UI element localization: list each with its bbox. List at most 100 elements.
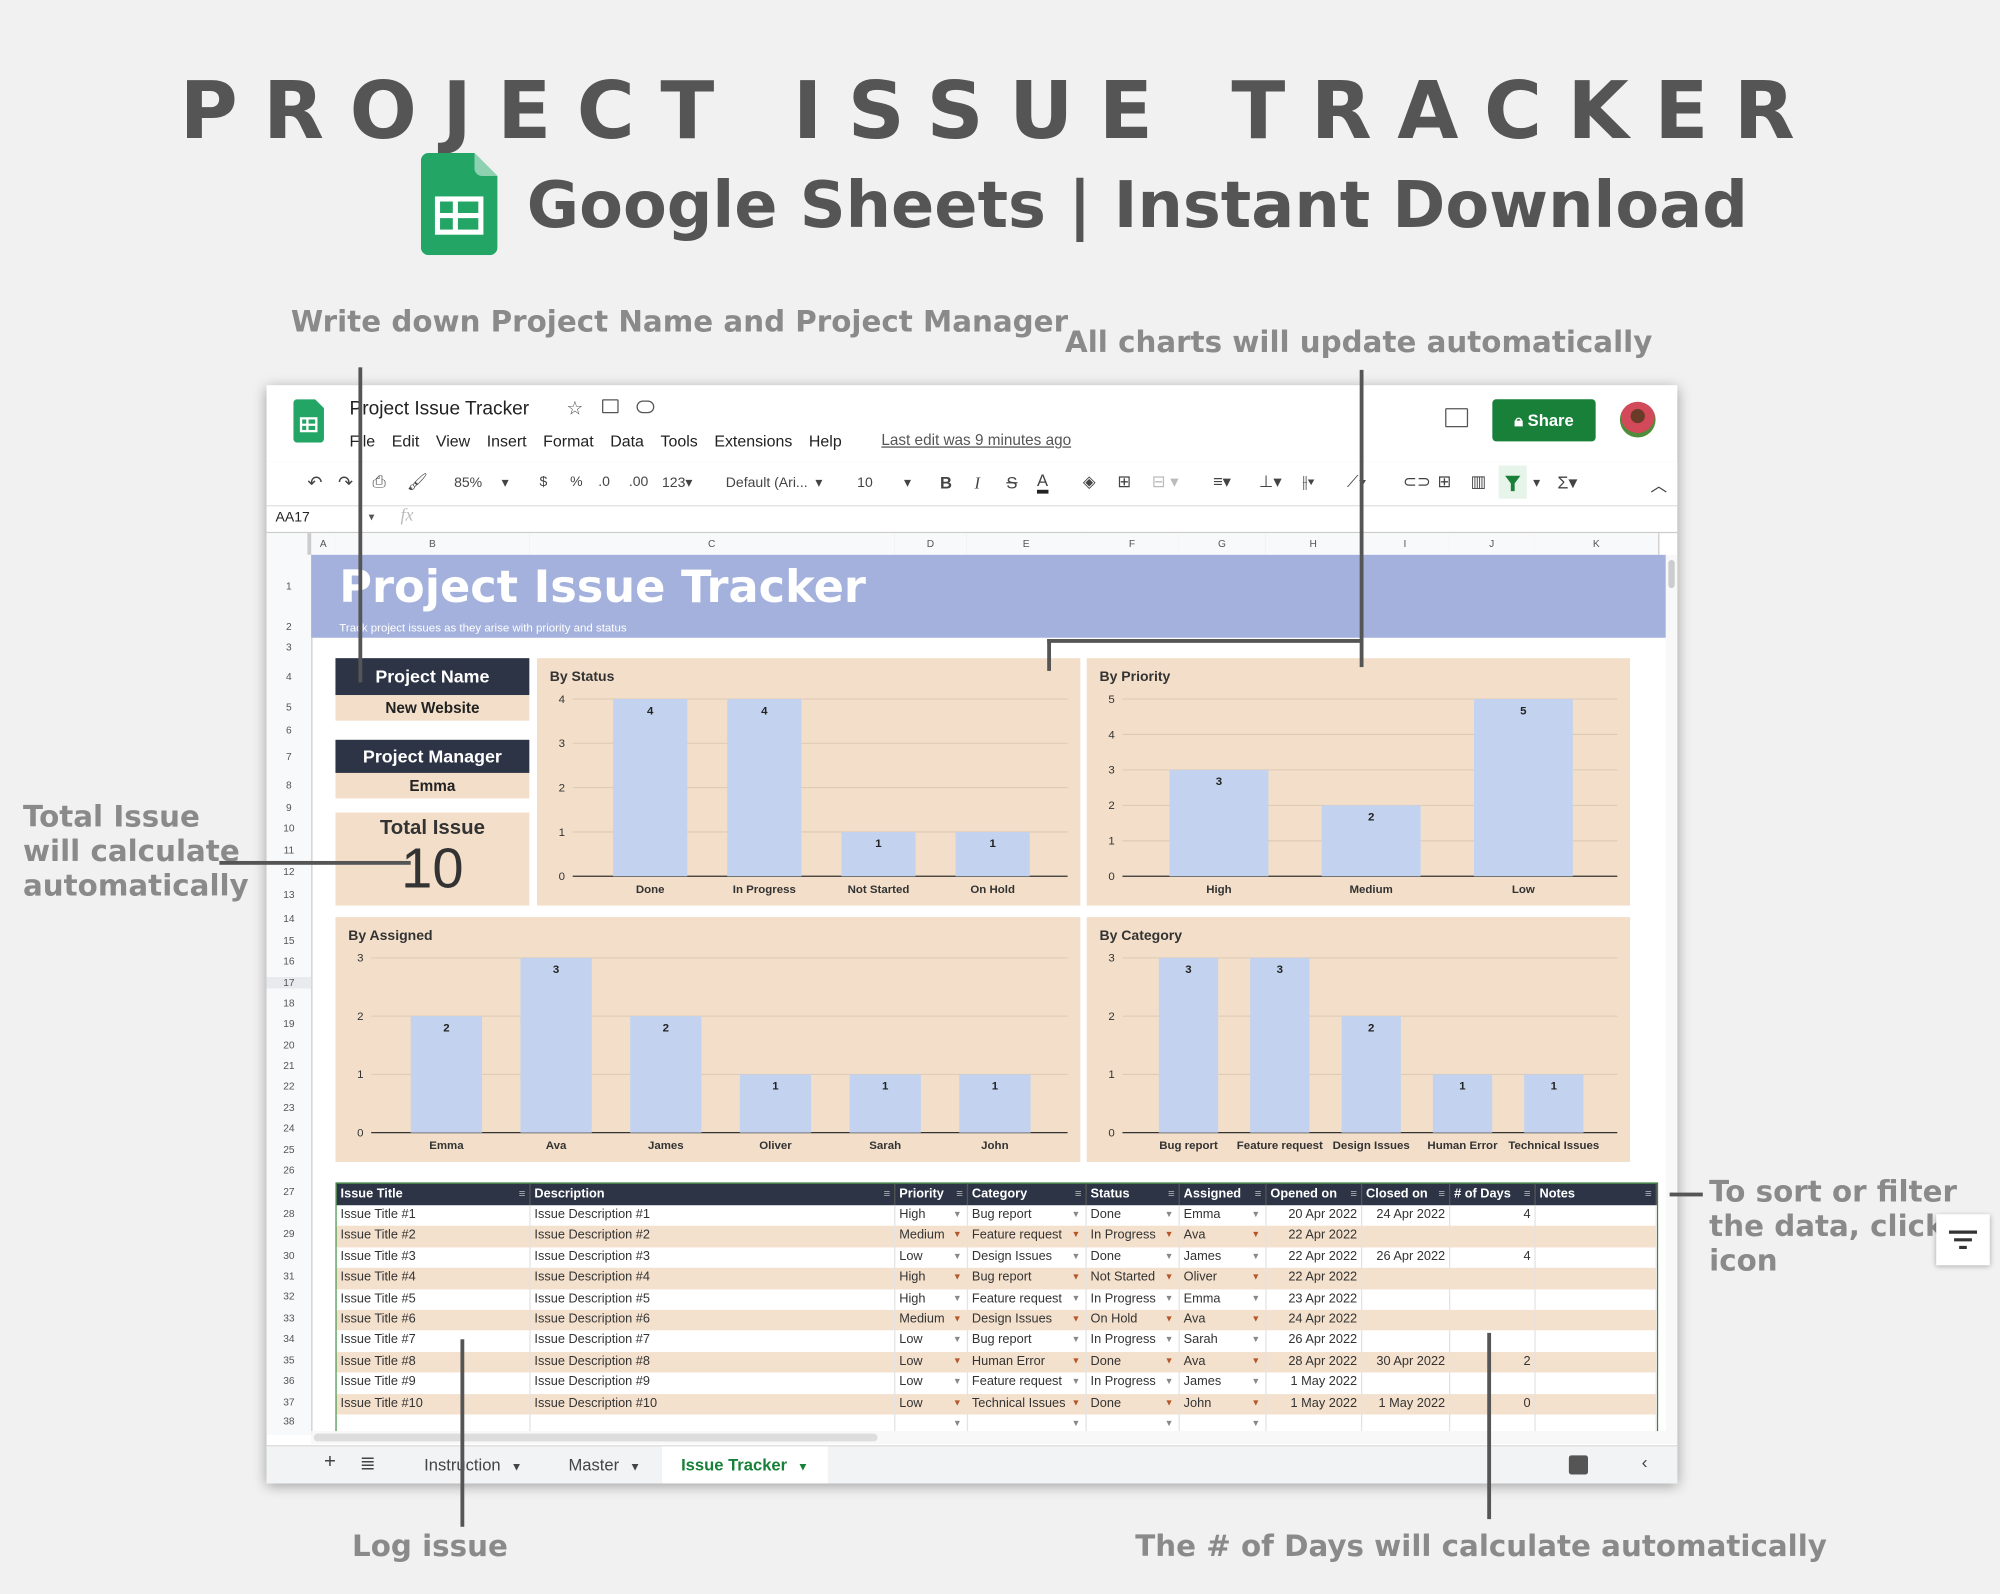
move-folder-icon[interactable] [602, 399, 619, 414]
decrease-decimal-button[interactable]: .0 [598, 474, 610, 489]
table-cell[interactable] [1362, 1372, 1451, 1394]
table-cell[interactable]: Bug report ▼ [968, 1268, 1087, 1289]
column-header-E[interactable]: E [966, 533, 1087, 555]
dropdown-arrow-icon[interactable]: ▼ [953, 1226, 962, 1247]
table-cell[interactable]: Sarah ▼ [1180, 1330, 1267, 1352]
row-header[interactable]: 11 [267, 844, 312, 855]
table-cell[interactable]: On Hold ▼ [1087, 1309, 1180, 1331]
all-sheets-icon[interactable]: ≣ [360, 1452, 376, 1475]
table-cell[interactable] [1362, 1289, 1451, 1310]
table-cell[interactable]: Issue Description #10 [531, 1393, 896, 1415]
number-format-select[interactable]: 123▾ [662, 474, 692, 491]
table-cell[interactable]: Oliver ▼ [1180, 1268, 1267, 1289]
table-cell[interactable]: Emma ▼ [1180, 1205, 1267, 1227]
column-header-C[interactable]: C [529, 533, 896, 555]
dropdown-arrow-icon[interactable]: ▼ [1071, 1268, 1080, 1289]
dropdown-arrow-icon[interactable]: ▼ [1165, 1226, 1174, 1247]
table-cell[interactable]: Human Error ▼ [968, 1351, 1087, 1373]
dropdown-arrow-icon[interactable]: ▼ [1165, 1247, 1174, 1268]
name-box-dropdown[interactable]: ▾ [369, 510, 375, 524]
table-cell[interactable] [1536, 1309, 1657, 1331]
table-cell[interactable]: High ▼ [895, 1205, 969, 1227]
row-header[interactable]: 22 [267, 1080, 312, 1091]
dropdown-arrow-icon[interactable]: ▼ [1071, 1205, 1080, 1226]
row-header[interactable]: 29 [267, 1228, 312, 1239]
table-cell[interactable] [1536, 1289, 1657, 1310]
table-cell[interactable]: Ava ▼ [1180, 1351, 1267, 1373]
row-header[interactable]: 9 [267, 802, 312, 813]
filter-icon[interactable]: ≡ [956, 1184, 963, 1206]
table-cell[interactable] [1450, 1268, 1536, 1289]
dropdown-arrow-icon[interactable]: ▼ [1251, 1289, 1260, 1310]
table-cell[interactable]: In Progress ▼ [1087, 1372, 1180, 1394]
filter-icon[interactable]: ≡ [1645, 1184, 1652, 1206]
table-cell[interactable]: 1 May 2022 [1267, 1393, 1363, 1415]
table-cell[interactable]: Medium ▼ [895, 1226, 969, 1248]
row-header[interactable]: 30 [267, 1250, 312, 1261]
dropdown-arrow-icon[interactable]: ▼ [953, 1331, 962, 1352]
cloud-status-icon[interactable] [636, 400, 655, 414]
dropdown-arrow-icon[interactable]: ▼ [1165, 1373, 1174, 1394]
table-cell[interactable] [1362, 1226, 1451, 1248]
column-header-cell[interactable]: Opened on ≡ [1267, 1183, 1363, 1206]
filter-icon[interactable]: ≡ [1524, 1184, 1531, 1206]
borders-icon[interactable]: ⊞ [1117, 472, 1131, 492]
add-sheet-icon[interactable]: + [324, 1452, 336, 1475]
comments-icon[interactable] [1445, 408, 1469, 428]
column-header-cell[interactable]: Issue Title ≡ [337, 1183, 531, 1206]
print-icon[interactable]: ⎙ [372, 472, 385, 492]
table-cell[interactable]: Technical Issues ▼ [968, 1393, 1087, 1415]
row-header[interactable]: 6 [267, 724, 312, 735]
table-cell[interactable]: Issue Title #1 [337, 1205, 531, 1227]
column-header-I[interactable]: I [1360, 533, 1451, 555]
column-header-K[interactable]: K [1534, 533, 1660, 555]
merge-cells-icon[interactable]: ⊟ ▾ [1152, 472, 1179, 492]
row-header[interactable]: 24 [267, 1122, 312, 1133]
table-cell[interactable]: Done ▼ [1087, 1351, 1180, 1373]
column-header-cell[interactable]: Description ≡ [531, 1183, 896, 1206]
table-cell[interactable]: Low ▼ [895, 1247, 969, 1269]
table-cell[interactable]: Bug report ▼ [968, 1205, 1087, 1227]
chart-by-priority[interactable]: By Priority 0 1 2 3 4 5 3 High 2 Medium 5 Low [1086, 658, 1631, 906]
currency-button[interactable]: $ [540, 474, 548, 489]
text-color-button[interactable]: A [1036, 471, 1049, 494]
row-header[interactable]: 13 [267, 889, 312, 900]
insert-comment-icon[interactable]: ⊞ [1437, 472, 1451, 492]
dropdown-arrow-icon[interactable]: ▼ [953, 1310, 962, 1331]
chart-by-category[interactable]: By Category 0 1 2 3 3 Bug report 3 Feature reque… [1086, 917, 1631, 1162]
table-cell[interactable]: Done ▼ [1087, 1393, 1180, 1415]
column-header-cell[interactable]: Notes ≡ [1536, 1183, 1657, 1206]
dropdown-arrow-icon[interactable]: ▼ [953, 1205, 962, 1226]
table-cell[interactable] [1450, 1289, 1536, 1310]
column-header-cell[interactable]: Closed on ≡ [1362, 1183, 1451, 1206]
row-header[interactable]: 1 [267, 580, 312, 591]
redo-icon[interactable]: ↷ [338, 472, 353, 494]
insert-chart-icon[interactable]: ▥ [1471, 472, 1487, 492]
text-rotation-icon[interactable]: ⟋▾ [1347, 472, 1367, 492]
table-cell[interactable]: 20 Apr 2022 [1267, 1205, 1363, 1227]
table-cell[interactable]: 4 [1450, 1205, 1536, 1227]
filter-icon[interactable]: ≡ [1350, 1184, 1357, 1206]
table-cell[interactable]: Issue Title #3 [337, 1247, 531, 1269]
table-cell[interactable]: Ava ▼ [1180, 1226, 1267, 1248]
tab-menu-icon[interactable]: ▼ [511, 1460, 522, 1473]
dropdown-arrow-icon[interactable]: ▼ [1251, 1331, 1260, 1352]
dropdown-arrow-icon[interactable]: ▼ [1251, 1226, 1260, 1247]
filter-button[interactable] [1498, 465, 1527, 499]
dropdown-arrow-icon[interactable]: ▼ [1165, 1394, 1174, 1415]
row-header[interactable]: 25 [267, 1144, 312, 1155]
project-manager-cell[interactable]: Emma [335, 772, 530, 799]
star-icon[interactable]: ☆ [566, 397, 583, 420]
table-cell[interactable]: Issue Title #7 [337, 1330, 531, 1352]
row-header[interactable]: 3 [267, 642, 312, 653]
row-header[interactable]: 27 [267, 1186, 312, 1197]
row-header[interactable]: 38 [267, 1416, 312, 1427]
explore-icon[interactable] [1568, 1455, 1588, 1475]
table-cell[interactable]: Done ▼ [1087, 1205, 1180, 1227]
table-cell[interactable]: In Progress ▼ [1087, 1289, 1180, 1310]
dropdown-arrow-icon[interactable]: ▼ [1251, 1352, 1260, 1373]
table-cell[interactable]: 26 Apr 2022 [1362, 1247, 1451, 1269]
tab-menu-icon[interactable]: ▼ [629, 1460, 640, 1473]
zoom-select[interactable]: 85% ▾ [454, 474, 509, 491]
sheet-tab-instruction[interactable]: Instruction▼ [401, 1446, 546, 1483]
